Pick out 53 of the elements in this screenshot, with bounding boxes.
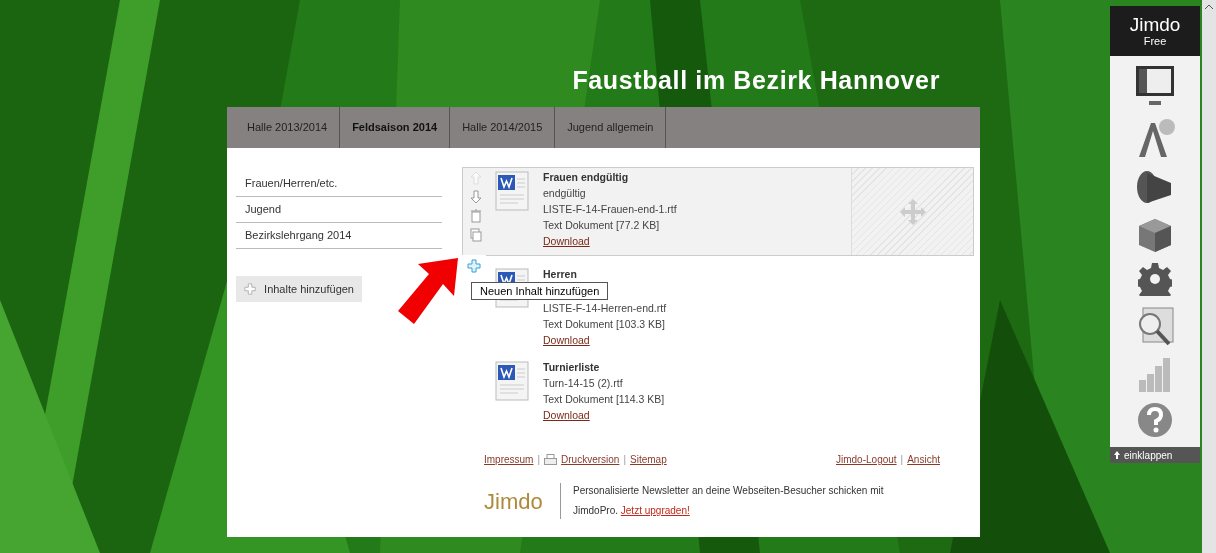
- pointer-arrow-icon: [396, 256, 460, 326]
- footer-link[interactable]: Ansicht: [907, 452, 940, 467]
- document-info: Text Dokument [103.3 KB]: [543, 317, 666, 332]
- brand-name: Jimdo: [1129, 15, 1181, 35]
- tooltip: Neuen Inhalt hinzufügen: [471, 282, 609, 300]
- subnav-item[interactable]: Frauen/Herren/etc.: [236, 171, 442, 197]
- document-title: Turnierliste: [543, 360, 601, 375]
- document-info: endgültig: [543, 186, 587, 201]
- link-separator: |: [623, 453, 627, 467]
- printer-icon: [544, 454, 558, 465]
- collapse-button[interactable]: einklappen: [1110, 447, 1200, 463]
- subnav-item[interactable]: Bezirkslehrgang 2014: [236, 223, 442, 249]
- footer-link[interactable]: Sitemap: [630, 452, 667, 467]
- document-title: Frauen endgültig: [543, 170, 630, 185]
- arrow-up-icon: [1114, 451, 1120, 459]
- settings-icon[interactable]: [1138, 262, 1172, 297]
- link-separator: |: [537, 453, 541, 467]
- trash-icon[interactable]: [470, 209, 482, 223]
- nav-tab[interactable]: Halle 2014/2015: [450, 107, 556, 148]
- move-down-icon[interactable]: [470, 190, 482, 204]
- site-title: Faustball im Bezirk Hannover: [572, 64, 940, 96]
- document-info: Turn-14-15 (2).rtf: [543, 376, 624, 391]
- document-info: Text Dokument [114.3 KB]: [543, 392, 666, 407]
- plan-label: Free: [1143, 35, 1167, 47]
- copy-icon[interactable]: [470, 228, 482, 242]
- scroll-up-icon[interactable]: [1205, 4, 1213, 9]
- link-separator: |: [900, 453, 904, 467]
- plus-icon: [244, 282, 257, 296]
- footer-link[interactable]: Druckversion: [561, 452, 620, 467]
- subnav-item[interactable]: Jugend: [236, 197, 442, 223]
- package-icon[interactable]: [1137, 216, 1173, 253]
- upgrade-link[interactable]: Jetzt upgraden!: [620, 505, 690, 516]
- drag-handle[interactable]: [851, 168, 973, 255]
- footer-link[interactable]: Impressum: [484, 452, 534, 467]
- footer-link[interactable]: Jimdo-Logout: [836, 452, 897, 467]
- nav-tab[interactable]: Halle 2013/2014: [235, 107, 341, 148]
- nav-tab[interactable]: Jugend allgemein: [555, 107, 667, 148]
- monitor-icon[interactable]: [1135, 64, 1175, 107]
- document-icon: [495, 171, 529, 211]
- document-info: LISTE-F-14-Frauen-end-1.rtf: [543, 202, 678, 217]
- document-info: LISTE-F-14-Herren-end.rtf: [543, 301, 668, 316]
- document-title: Herren: [543, 267, 578, 282]
- download-link[interactable]: Download: [543, 233, 590, 249]
- download-link[interactable]: Download: [543, 407, 590, 423]
- help-icon[interactable]: [1137, 402, 1173, 439]
- move-icon: [899, 198, 926, 225]
- download-link[interactable]: Download: [543, 332, 590, 348]
- document-info: Text Dokument [77.2 KB]: [543, 218, 661, 233]
- promo-text: Personalisierte Newsletter an deine Webseiten-Besucher schicken mit JimdoPro. Jetzt upgraden!: [573, 484, 885, 518]
- nav-tab[interactable]: Feldsaison 2014: [340, 107, 451, 148]
- document-icon: [495, 361, 529, 401]
- jimdo-logo: Jimdo: [484, 487, 544, 516]
- add-content-button[interactable]: Inhalte hinzufügen: [236, 276, 362, 302]
